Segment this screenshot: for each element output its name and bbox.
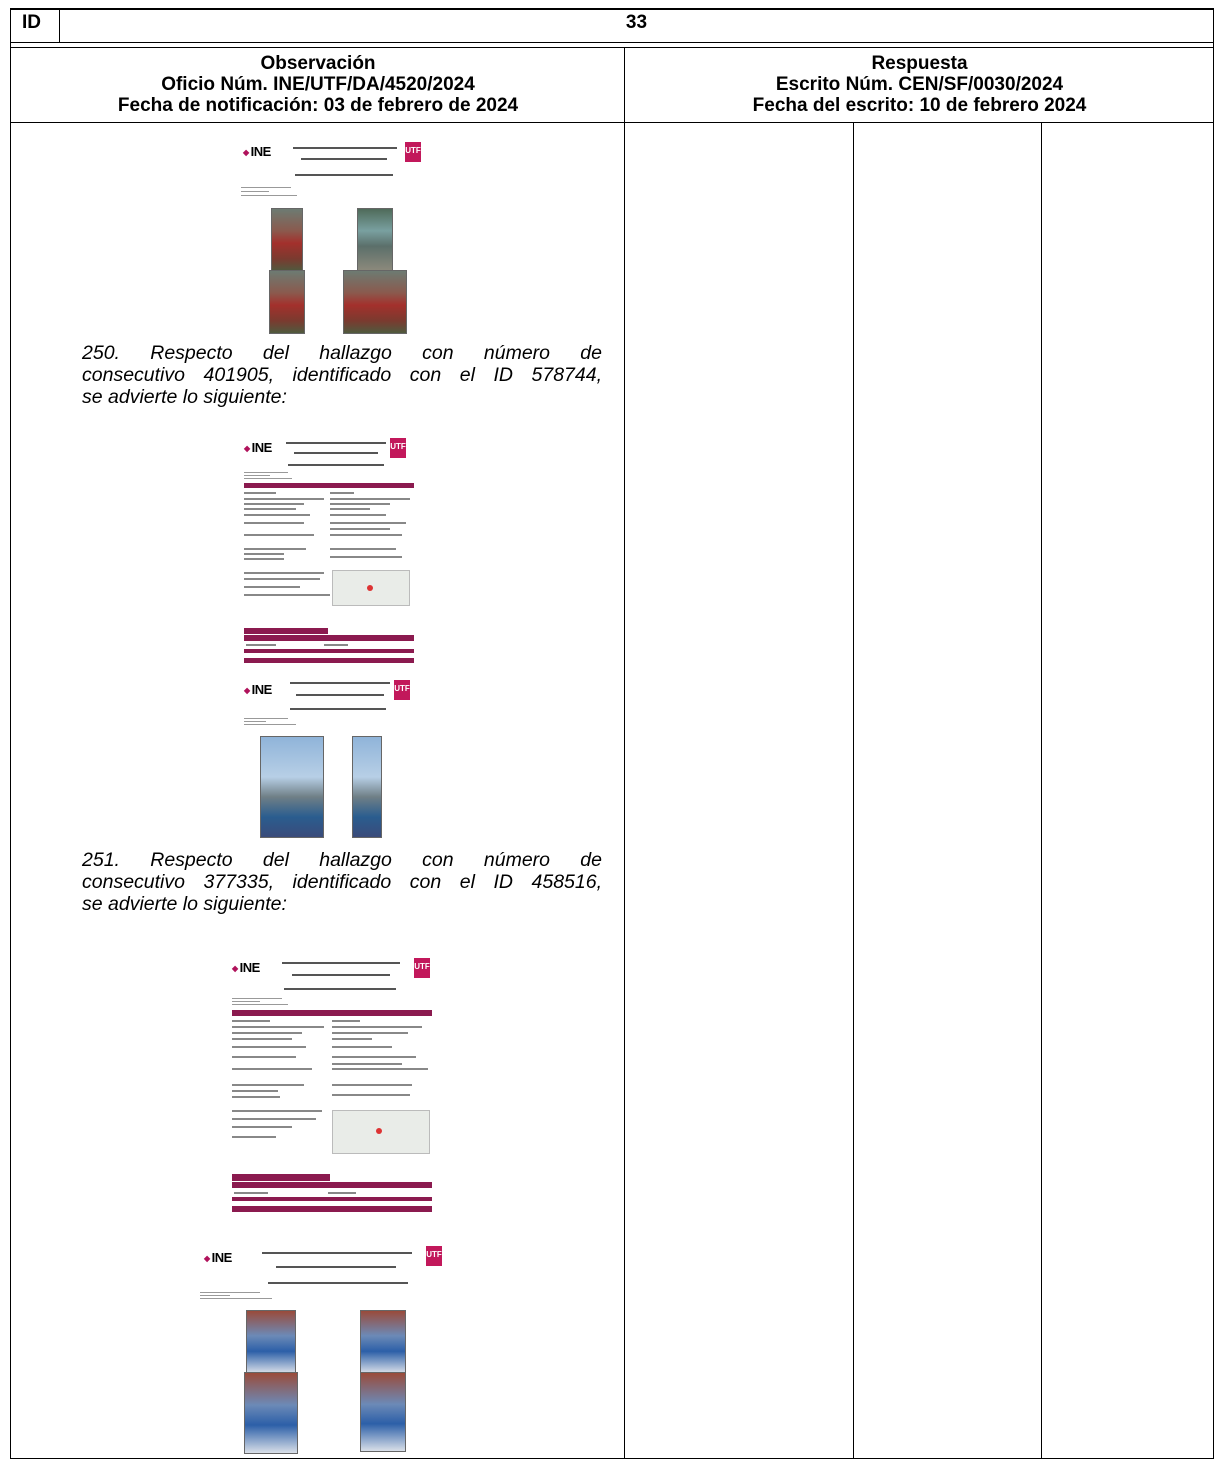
utf-badge: UTF	[414, 958, 430, 978]
table-border-left	[10, 8, 11, 1459]
utf-badge: UTF	[394, 680, 410, 700]
hallazgo-detail-thumbnail: INE UTF	[228, 950, 440, 1212]
id-label: ID	[22, 12, 41, 33]
evidence-photo	[260, 736, 324, 838]
table-border-bottom	[10, 1458, 1214, 1459]
evidence-photo	[352, 736, 382, 838]
utf-badge: UTF	[426, 1246, 442, 1266]
table-row-divider	[10, 42, 1214, 43]
observation-paragraph-250: 250. Respecto del hallazgo con número de…	[82, 342, 602, 408]
respuesta-escrito: Escrito Núm. CEN/SF/0030/2024	[775, 74, 1064, 95]
paragraph-line: se advierte lo siguiente:	[82, 893, 287, 915]
center-column-divider	[624, 47, 625, 1459]
hallazgo-detail-thumbnail: INE UTF	[240, 432, 420, 664]
response-column-divider	[1041, 122, 1042, 1459]
paragraph-line: 250. Respecto del hallazgo con número de	[82, 342, 602, 364]
evidence-report-thumbnail: INE UTF	[240, 668, 420, 840]
observacion-fecha: Fecha de notificación: 03 de febrero de …	[117, 95, 519, 116]
evidence-report-thumbnail: INE UTF	[196, 1220, 456, 1456]
observacion-heading: Observación	[260, 53, 376, 74]
id-value: 33	[625, 12, 648, 33]
evidence-photo	[271, 208, 303, 272]
ine-logo: INE	[204, 1250, 233, 1265]
evidence-photo	[360, 1310, 406, 1374]
response-column-divider	[853, 122, 854, 1459]
observation-paragraph-251: 251. Respecto del hallazgo con número de…	[82, 849, 602, 915]
evidence-photo	[360, 1372, 406, 1452]
evidence-photo	[244, 1372, 298, 1454]
evidence-photo	[269, 270, 305, 334]
ine-logo: INE	[243, 144, 272, 159]
utf-badge: UTF	[390, 438, 406, 458]
evidence-photo	[246, 1310, 296, 1374]
table-row-divider	[10, 122, 1214, 123]
location-map	[332, 570, 410, 606]
respuesta-fecha: Fecha del escrito: 10 de febrero 2024	[752, 95, 1087, 116]
paragraph-line: consecutivo 401905, identificado con el …	[82, 364, 602, 386]
evidence-report-thumbnail: INE UTF	[235, 124, 425, 334]
paragraph-line: 251. Respecto del hallazgo con número de	[82, 849, 602, 871]
table-border-top	[10, 8, 1214, 10]
paragraph-line: se advierte lo siguiente:	[82, 386, 287, 408]
ine-logo: INE	[244, 440, 273, 455]
evidence-photo	[343, 270, 407, 334]
ine-logo: INE	[244, 682, 273, 697]
table-row-divider	[10, 47, 1214, 48]
utf-badge: UTF	[405, 142, 421, 162]
ine-logo: INE	[232, 960, 261, 975]
observacion-oficio: Oficio Núm. INE/UTF/DA/4520/2024	[161, 74, 475, 95]
evidence-photo	[357, 208, 393, 272]
respuesta-heading: Respuesta	[871, 53, 968, 74]
location-map	[332, 1110, 430, 1154]
paragraph-line: consecutivo 377335, identificado con el …	[82, 871, 602, 893]
respuesta-header: Respuesta Escrito Núm. CEN/SF/0030/2024 …	[626, 53, 1213, 116]
observacion-header: Observación Oficio Núm. INE/UTF/DA/4520/…	[12, 53, 624, 116]
